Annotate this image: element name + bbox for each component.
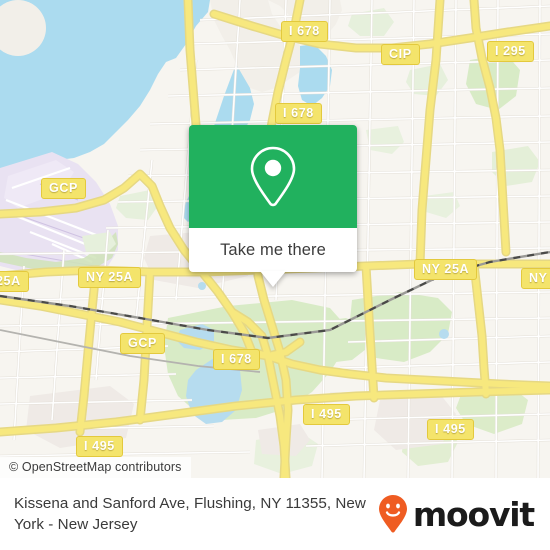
- screenshot-root: I 678 CIP I 295 I 678 GCP 25A NY 25A NY …: [0, 0, 550, 550]
- footer-bar: Kissena and Sanford Ave, Flushing, NY 11…: [0, 478, 550, 550]
- map-shield-gcp-north: GCP: [41, 178, 86, 199]
- osm-attribution[interactable]: © OpenStreetMap contributors: [0, 457, 191, 478]
- moovit-logo[interactable]: moovit: [378, 494, 550, 534]
- card-pin-panel: [189, 125, 357, 228]
- location-caption: Kissena and Sanford Ave, Flushing, NY 11…: [14, 495, 366, 533]
- map-shield-ny2-clipped: NY 2: [521, 268, 550, 289]
- map-pin-icon: [250, 146, 296, 206]
- card-pointer-arrow: [260, 271, 286, 287]
- map-shield-cip: CIP: [381, 44, 420, 65]
- moovit-smiley-pin-icon: [378, 495, 407, 533]
- take-me-there-label: Take me there: [220, 240, 326, 259]
- map-shield-ny25a-east: NY 25A: [414, 259, 478, 280]
- map-canvas[interactable]: I 678 CIP I 295 I 678 GCP 25A NY 25A NY …: [0, 0, 550, 478]
- map-shield-i678-mid: I 678: [275, 103, 322, 124]
- card-action-bar[interactable]: Take me there: [189, 228, 357, 287]
- map-shield-i495-east: I 495: [427, 419, 474, 440]
- map-shield-25a-clipped: 25A: [0, 271, 29, 292]
- map-shield-i495-mid: I 495: [303, 404, 350, 425]
- map-shield-gcp-south: GCP: [120, 333, 165, 354]
- take-me-there-card[interactable]: Take me there: [189, 125, 357, 287]
- map-shield-ny25a-west: NY 25A: [78, 267, 142, 288]
- map-shield-i678-north: I 678: [281, 21, 328, 42]
- moovit-wordmark: moovit: [412, 494, 535, 534]
- map-shield-i295: I 295: [487, 41, 534, 62]
- map-shield-i678-south: I 678: [213, 349, 260, 370]
- map-shield-i495-west: I 495: [76, 436, 123, 457]
